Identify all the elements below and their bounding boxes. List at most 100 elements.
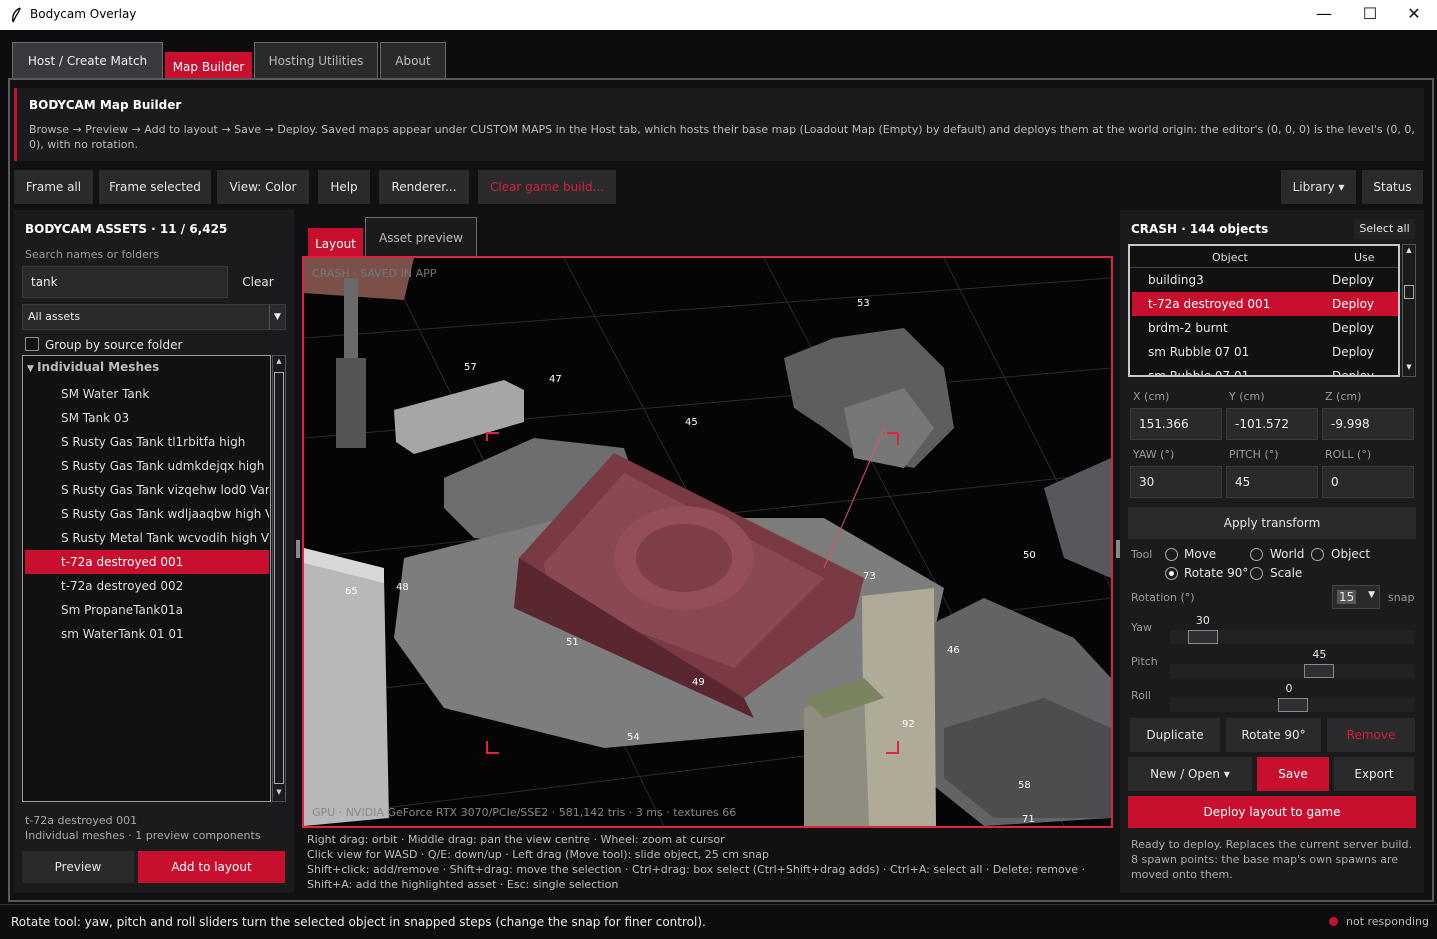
- tool-label: Tool: [1131, 548, 1153, 561]
- object-marker: 46: [947, 645, 960, 656]
- column-header-use[interactable]: Use: [1354, 251, 1375, 264]
- move-radio[interactable]: [1165, 548, 1178, 561]
- export-button[interactable]: Export: [1334, 757, 1414, 791]
- asset-filter-select[interactable]: All assets ▼: [22, 304, 286, 330]
- list-item[interactable]: S Rusty Gas Tank udmkdejqx high: [25, 454, 269, 478]
- folder-header-label: Individual Meshes: [37, 360, 160, 374]
- asset-filter-value: All assets: [28, 310, 81, 323]
- tab-hosting-utilities[interactable]: Hosting Utilities: [254, 42, 378, 78]
- yaw-slider-thumb[interactable]: [1187, 630, 1218, 644]
- clear-search-button[interactable]: Clear: [230, 266, 286, 298]
- group-by-folder-checkbox[interactable]: [25, 337, 39, 351]
- pitch-field[interactable]: 45: [1226, 466, 1318, 498]
- select-all-button[interactable]: Select all: [1354, 219, 1415, 239]
- renderer-button[interactable]: Renderer...: [379, 170, 469, 204]
- apply-transform-button[interactable]: Apply transform: [1128, 507, 1416, 539]
- folder-header[interactable]: ▼ Individual Meshes: [27, 360, 159, 374]
- x-field[interactable]: 151.366: [1130, 408, 1222, 440]
- maximize-button[interactable]: ☐: [1347, 0, 1393, 30]
- rotate-label: Rotate 90°: [1184, 566, 1249, 580]
- rotate-radio[interactable]: [1165, 567, 1178, 580]
- group-by-folder-label: Group by source folder: [45, 338, 183, 352]
- y-label: Y (cm): [1229, 390, 1265, 403]
- scale-radio[interactable]: [1250, 567, 1263, 580]
- pitch-slider-thumb[interactable]: [1304, 664, 1335, 678]
- row-use[interactable]: Deploy: [1332, 268, 1374, 292]
- deploy-layout-button[interactable]: Deploy layout to game: [1128, 796, 1416, 828]
- left-splitter-handle[interactable]: [296, 540, 300, 558]
- object-marker: 65: [345, 586, 358, 597]
- roll-slider-thumb[interactable]: [1277, 698, 1308, 712]
- tab-host-create-match[interactable]: Host / Create Match: [12, 42, 163, 78]
- list-item[interactable]: t-72a destroyed 002: [25, 574, 269, 598]
- scrollbar-thumb[interactable]: [1404, 285, 1414, 299]
- table-row[interactable]: building3 Deploy: [1132, 268, 1398, 292]
- list-item[interactable]: S Rusty Gas Tank wdljaaqbw high Va: [25, 502, 269, 526]
- rotate-90-button[interactable]: Rotate 90°: [1226, 718, 1321, 752]
- scroll-down-icon[interactable]: ▼: [1404, 363, 1414, 371]
- scroll-up-icon[interactable]: ▲: [274, 357, 284, 369]
- close-button[interactable]: ✕: [1391, 0, 1437, 30]
- tab-about[interactable]: About: [380, 42, 446, 78]
- yaw-field[interactable]: 30: [1130, 466, 1222, 498]
- move-label: Move: [1184, 547, 1217, 561]
- asset-list-scrollbar[interactable]: ▲ ▼: [272, 355, 286, 802]
- row-use[interactable]: Deploy: [1332, 292, 1374, 316]
- tab-asset-preview[interactable]: Asset preview: [365, 217, 477, 256]
- view-mode-button[interactable]: View: Color: [217, 170, 309, 204]
- clear-game-build-button[interactable]: Clear game build...: [478, 170, 616, 204]
- list-item[interactable]: S Rusty Gas Tank vizqehw lod0 Var1: [25, 478, 269, 502]
- list-item[interactable]: Sm PropaneTank01a: [25, 598, 269, 622]
- snap-select[interactable]: 15 ▼: [1332, 585, 1380, 609]
- add-to-layout-button[interactable]: Add to layout: [138, 851, 285, 883]
- remove-button[interactable]: Remove: [1327, 718, 1415, 752]
- row-name: t-72a destroyed 001: [1148, 297, 1271, 311]
- table-row[interactable]: sm Rubble 07 01 Deploy: [1132, 364, 1398, 375]
- title-bar: Bodycam Overlay — ☐ ✕: [0, 0, 1437, 30]
- layout-viewport[interactable]: 53 57 47 45 50 73 65 48 51 49 46 92 54 5…: [302, 256, 1113, 828]
- object-radio[interactable]: [1311, 548, 1324, 561]
- tab-layout[interactable]: Layout: [308, 228, 363, 256]
- table-row-selected[interactable]: t-72a destroyed 001 Deploy: [1132, 292, 1398, 316]
- table-row[interactable]: sm Rubble 07 01 Deploy: [1132, 340, 1398, 364]
- preview-button[interactable]: Preview: [22, 851, 134, 883]
- list-item-selected[interactable]: t-72a destroyed 001: [25, 550, 269, 574]
- library-button[interactable]: Library ▾: [1281, 170, 1356, 204]
- save-button[interactable]: Save: [1257, 757, 1329, 791]
- objects-scrollbar[interactable]: ▲ ▼: [1402, 244, 1416, 377]
- object-marker: 51: [566, 637, 579, 648]
- object-marker: 47: [549, 374, 562, 385]
- frame-selected-button[interactable]: Frame selected: [99, 170, 211, 204]
- search-input[interactable]: tank: [22, 266, 228, 298]
- row-use[interactable]: Deploy: [1332, 316, 1374, 340]
- status-button[interactable]: Status: [1362, 170, 1423, 204]
- objects-table[interactable]: Object Use building3 Deploy t-72a destroy…: [1128, 244, 1400, 377]
- z-field[interactable]: -9.998: [1322, 408, 1414, 440]
- minimize-button[interactable]: —: [1301, 0, 1347, 30]
- tab-map-builder[interactable]: Map Builder: [165, 52, 252, 79]
- scroll-up-icon[interactable]: ▲: [1404, 246, 1414, 254]
- scroll-down-icon[interactable]: ▼: [274, 788, 284, 800]
- viewport-gpu-info: GPU · NVIDIA GeForce RTX 3070/PCIe/SSE2 …: [312, 806, 737, 819]
- object-marker: 73: [863, 571, 876, 582]
- roll-field[interactable]: 0: [1322, 466, 1414, 498]
- pitch-slider-track[interactable]: [1170, 664, 1415, 678]
- scrollbar-thumb[interactable]: [274, 372, 284, 784]
- rotation-label: Rotation (°): [1131, 591, 1195, 604]
- duplicate-button[interactable]: Duplicate: [1130, 718, 1220, 752]
- table-row[interactable]: brdm-2 burnt Deploy: [1132, 316, 1398, 340]
- new-open-button[interactable]: New / Open ▾: [1128, 757, 1252, 791]
- asset-list[interactable]: ▼ Individual Meshes SM Water Tank SM Tan…: [22, 355, 271, 802]
- list-item[interactable]: sm WaterTank 01 01: [25, 622, 269, 646]
- help-button[interactable]: Help: [318, 170, 370, 204]
- world-radio[interactable]: [1250, 548, 1263, 561]
- list-item[interactable]: S Rusty Metal Tank wcvodih high Va: [25, 526, 269, 550]
- row-use[interactable]: Deploy: [1332, 364, 1374, 375]
- row-use[interactable]: Deploy: [1332, 340, 1374, 364]
- list-item[interactable]: SM Water Tank: [25, 382, 269, 406]
- y-field[interactable]: -101.572: [1226, 408, 1318, 440]
- column-header-object[interactable]: Object: [1212, 251, 1248, 264]
- list-item[interactable]: S Rusty Gas Tank tl1rbitfa high: [25, 430, 269, 454]
- list-item[interactable]: SM Tank 03: [25, 406, 269, 430]
- frame-all-button[interactable]: Frame all: [14, 170, 93, 204]
